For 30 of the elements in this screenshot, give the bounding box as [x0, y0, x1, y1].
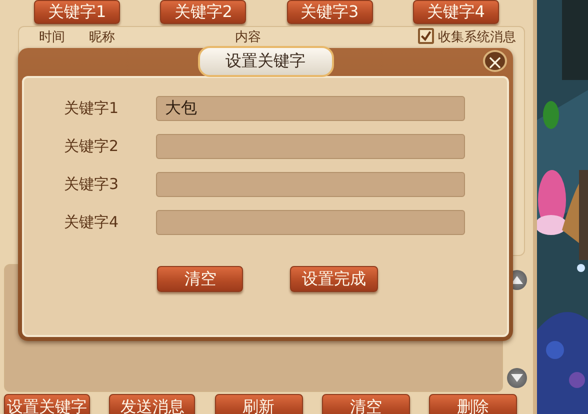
keyword-button[interactable]: 关键字4	[412, 0, 499, 24]
keyword-field[interactable]	[156, 210, 465, 235]
scroll-down-icon[interactable]	[511, 374, 523, 382]
action-button[interactable]: 删除	[429, 394, 517, 414]
close-button[interactable]: ×	[483, 50, 507, 72]
scroll-down-button[interactable]	[507, 368, 527, 388]
field-label: 关键字1	[64, 99, 120, 118]
keyword-button[interactable]: 关键字1	[34, 0, 120, 24]
action-button[interactable]: 清空	[322, 394, 410, 414]
scroll-up-icon[interactable]	[511, 276, 523, 284]
keyword-button[interactable]: 关键字3	[286, 0, 373, 24]
column-header: 内容	[235, 29, 261, 46]
column-header: 时间	[39, 29, 65, 46]
keyword-field[interactable]: 大包	[156, 96, 465, 121]
check-icon	[420, 29, 432, 43]
action-button[interactable]: 发送消息	[109, 394, 196, 414]
dialog-button[interactable]: 设置完成	[290, 266, 378, 292]
checkbox[interactable]	[418, 28, 434, 44]
field-label: 关键字3	[64, 175, 120, 194]
field-label: 关键字2	[64, 137, 120, 156]
field-label: 关键字4	[64, 213, 120, 232]
dialog-title: 设置关键字	[198, 46, 334, 76]
column-header: 昵称	[89, 29, 115, 46]
keyword-field[interactable]	[156, 172, 465, 197]
keyword-button[interactable]: 关键字2	[160, 0, 246, 24]
checkbox-label: 收集系统消息	[438, 29, 516, 46]
dialog-button[interactable]: 清空	[157, 266, 244, 292]
keyword-field[interactable]	[156, 134, 465, 159]
action-button[interactable]: 设置关键字	[4, 394, 90, 414]
action-button[interactable]: 刷新	[214, 394, 302, 414]
